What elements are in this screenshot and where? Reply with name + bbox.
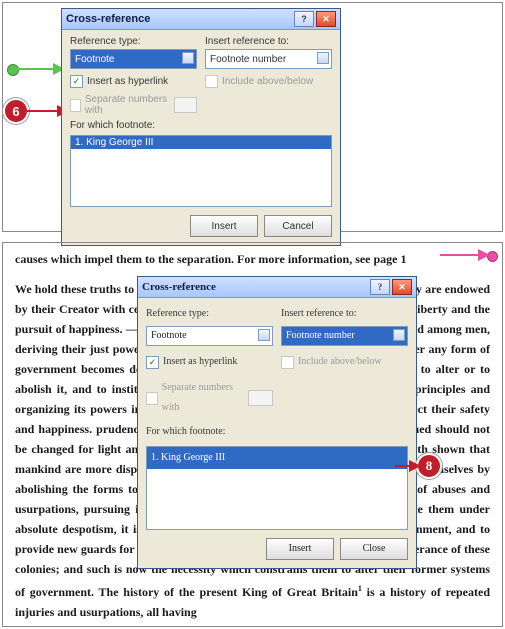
include-above-below-label: Include above/below (298, 352, 382, 372)
close-button[interactable]: Close (340, 538, 408, 560)
reference-type-dropdown[interactable]: Footnote (70, 49, 197, 69)
pink-arrow (434, 247, 488, 263)
cancel-button-label: Cancel (282, 221, 313, 232)
reference-type-dropdown[interactable]: Footnote (146, 326, 273, 346)
callout-8: 8 (416, 453, 442, 479)
insert-reference-to-value: Footnote number (210, 54, 286, 65)
insert-reference-to-label: Insert reference to: (205, 36, 332, 47)
include-above-below-label: Include above/below (222, 76, 313, 87)
separate-numbers-label: Separate numbers with (162, 378, 243, 418)
separate-numbers-field (248, 390, 273, 406)
checkbox-icon (281, 356, 294, 369)
close-window-button[interactable]: ✕ (392, 279, 412, 295)
dialog-title-bar: Cross-reference ? ✕ (138, 277, 416, 298)
dialog-body: Reference type: Footnote ✓ Insert as hype… (62, 30, 340, 245)
insert-reference-to-value: Footnote number (286, 326, 355, 346)
help-button[interactable]: ? (294, 11, 314, 27)
insert-button-label: Insert (289, 539, 312, 559)
callout-6-label: 6 (12, 104, 19, 119)
cancel-button[interactable]: Cancel (264, 215, 332, 237)
checkbox-icon: ✓ (146, 356, 159, 369)
footnote-list-item[interactable]: 1. King George III (147, 447, 407, 469)
cross-reference-dialog-top: Cross-reference ? ✕ Reference type: Foot… (61, 8, 341, 246)
footnote-listbox[interactable]: 1. King George III (146, 446, 408, 530)
include-above-below-checkbox: Include above/below (281, 352, 408, 372)
separate-numbers-checkbox: Separate numbers with (70, 94, 197, 116)
help-button[interactable]: ? (370, 279, 390, 295)
insert-as-hyperlink-checkbox[interactable]: ✓ Insert as hyperlink (146, 352, 273, 372)
arrow-8 (389, 459, 419, 473)
reference-type-value: Footnote (151, 326, 187, 346)
insert-as-hyperlink-checkbox[interactable]: ✓ Insert as hyperlink (70, 75, 197, 88)
footnote-list-item[interactable]: 1. King George III (71, 136, 331, 149)
checkbox-icon (205, 75, 218, 88)
checkbox-icon (146, 392, 158, 405)
top-figure-area: 6 7 Cross-reference ? ✕ Reference type: (2, 2, 503, 232)
footnote-listbox[interactable]: 1. King George III (70, 135, 332, 207)
separate-numbers-checkbox: Separate numbers with (146, 378, 273, 418)
for-which-footnote-label: For which footnote: (146, 422, 408, 442)
close-window-button[interactable]: ✕ (316, 11, 336, 27)
for-which-footnote-label: For which footnote: (70, 120, 332, 131)
dialog-title-bar: Cross-reference ? ✕ (62, 9, 340, 30)
close-button-label: Close (363, 539, 386, 559)
insert-button-label: Insert (211, 221, 236, 232)
include-above-below-checkbox: Include above/below (205, 75, 332, 88)
callout-6: 6 (3, 98, 29, 124)
separate-numbers-label: Separate numbers with (85, 94, 168, 116)
insert-as-hyperlink-label: Insert as hyperlink (87, 76, 168, 87)
insert-reference-to-dropdown[interactable]: Footnote number (205, 49, 332, 69)
insert-reference-to-label: Insert reference to: (281, 304, 408, 324)
insert-button[interactable]: Insert (190, 215, 258, 237)
document-top-line: causes which impel them to the separatio… (15, 249, 490, 269)
dialog-body: Reference type: Footnote ✓ Insert as hype… (138, 298, 416, 568)
checkbox-icon: ✓ (70, 75, 83, 88)
dialog-title: Cross-reference (142, 277, 216, 297)
cross-reference-dialog-bottom: Cross-reference ? ✕ Reference type: Foot… (137, 276, 417, 569)
document-area: causes which impel them to the separatio… (2, 242, 503, 627)
dialog-title: Cross-reference (66, 13, 150, 25)
checkbox-icon (70, 99, 81, 112)
reference-type-label: Reference type: (146, 304, 273, 324)
insert-reference-to-dropdown[interactable]: Footnote number (281, 326, 408, 346)
green-arrow (17, 61, 67, 77)
pink-callout-dot (487, 251, 498, 262)
insert-as-hyperlink-label: Insert as hyperlink (163, 352, 237, 372)
reference-type-label: Reference type: (70, 36, 197, 47)
separate-numbers-field (174, 97, 197, 113)
insert-button[interactable]: Insert (266, 538, 334, 560)
callout-8-label: 8 (426, 456, 433, 476)
reference-type-value: Footnote (75, 54, 114, 65)
